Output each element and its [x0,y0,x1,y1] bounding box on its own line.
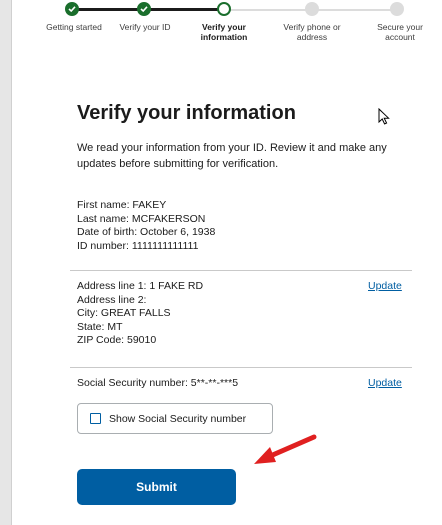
intro-text: We read your information from your ID. R… [77,142,387,170]
personal-info: First name: FAKEY Last name: MCFAKERSON … [77,199,215,253]
annotation-arrow-icon [254,434,317,464]
address-line-2: Address line 2: [77,293,147,306]
update-ssn-link[interactable]: Update [368,377,402,389]
address-line-1: Address line 1: 1 FAKE RD [77,280,204,292]
page-title: Verify your information [77,102,296,124]
ssn-masked: Social Security number: 5**-**-***5 [77,377,239,389]
date-of-birth: Date of birth: October 6, 1938 [77,226,216,238]
divider [70,367,412,368]
step-connector [72,8,144,11]
show-ssn-checkbox[interactable] [90,413,101,424]
address-state: State: MT [77,320,123,333]
address-zip: ZIP Code: 59010 [77,334,157,346]
mouse-cursor-icon [378,108,390,125]
step-indicator: Getting started Verify your ID Verify yo… [40,0,442,80]
ssn-info: Social Security number: 5**-**-***5 [77,377,238,391]
submit-button[interactable]: Submit [77,469,236,505]
step-label-verify-phone-address: Verify phone or address [283,22,341,42]
address-info: Address line 1: 1 FAKE RD Address line 2… [77,280,203,348]
step-connector [224,9,312,11]
step-complete-check-icon [65,2,79,16]
left-border [0,0,12,525]
step-label-getting-started: Getting started [46,22,102,32]
step-pending-indicator [390,2,404,16]
step-label-verify-information: Verify your information [200,22,248,42]
step-connector [312,9,392,11]
update-address-link[interactable]: Update [368,280,402,292]
step-current-indicator [217,2,231,16]
step-connector [144,8,224,11]
step-complete-check-icon [137,2,151,16]
id-number: ID number: 1111111111111 [77,239,199,252]
last-name: Last name: MCFAKERSON [77,212,206,225]
show-ssn-label: Show Social Security number [109,412,247,425]
show-ssn-checkbox-tile[interactable]: Show Social Security number [77,403,273,434]
first-name: First name: FAKEY [77,199,167,211]
divider [70,270,412,271]
address-city: City: GREAT FALLS [77,307,171,319]
step-pending-indicator [305,2,319,16]
step-label-secure-account: Secure your account [377,22,423,42]
step-label-verify-id: Verify your ID [119,22,171,32]
